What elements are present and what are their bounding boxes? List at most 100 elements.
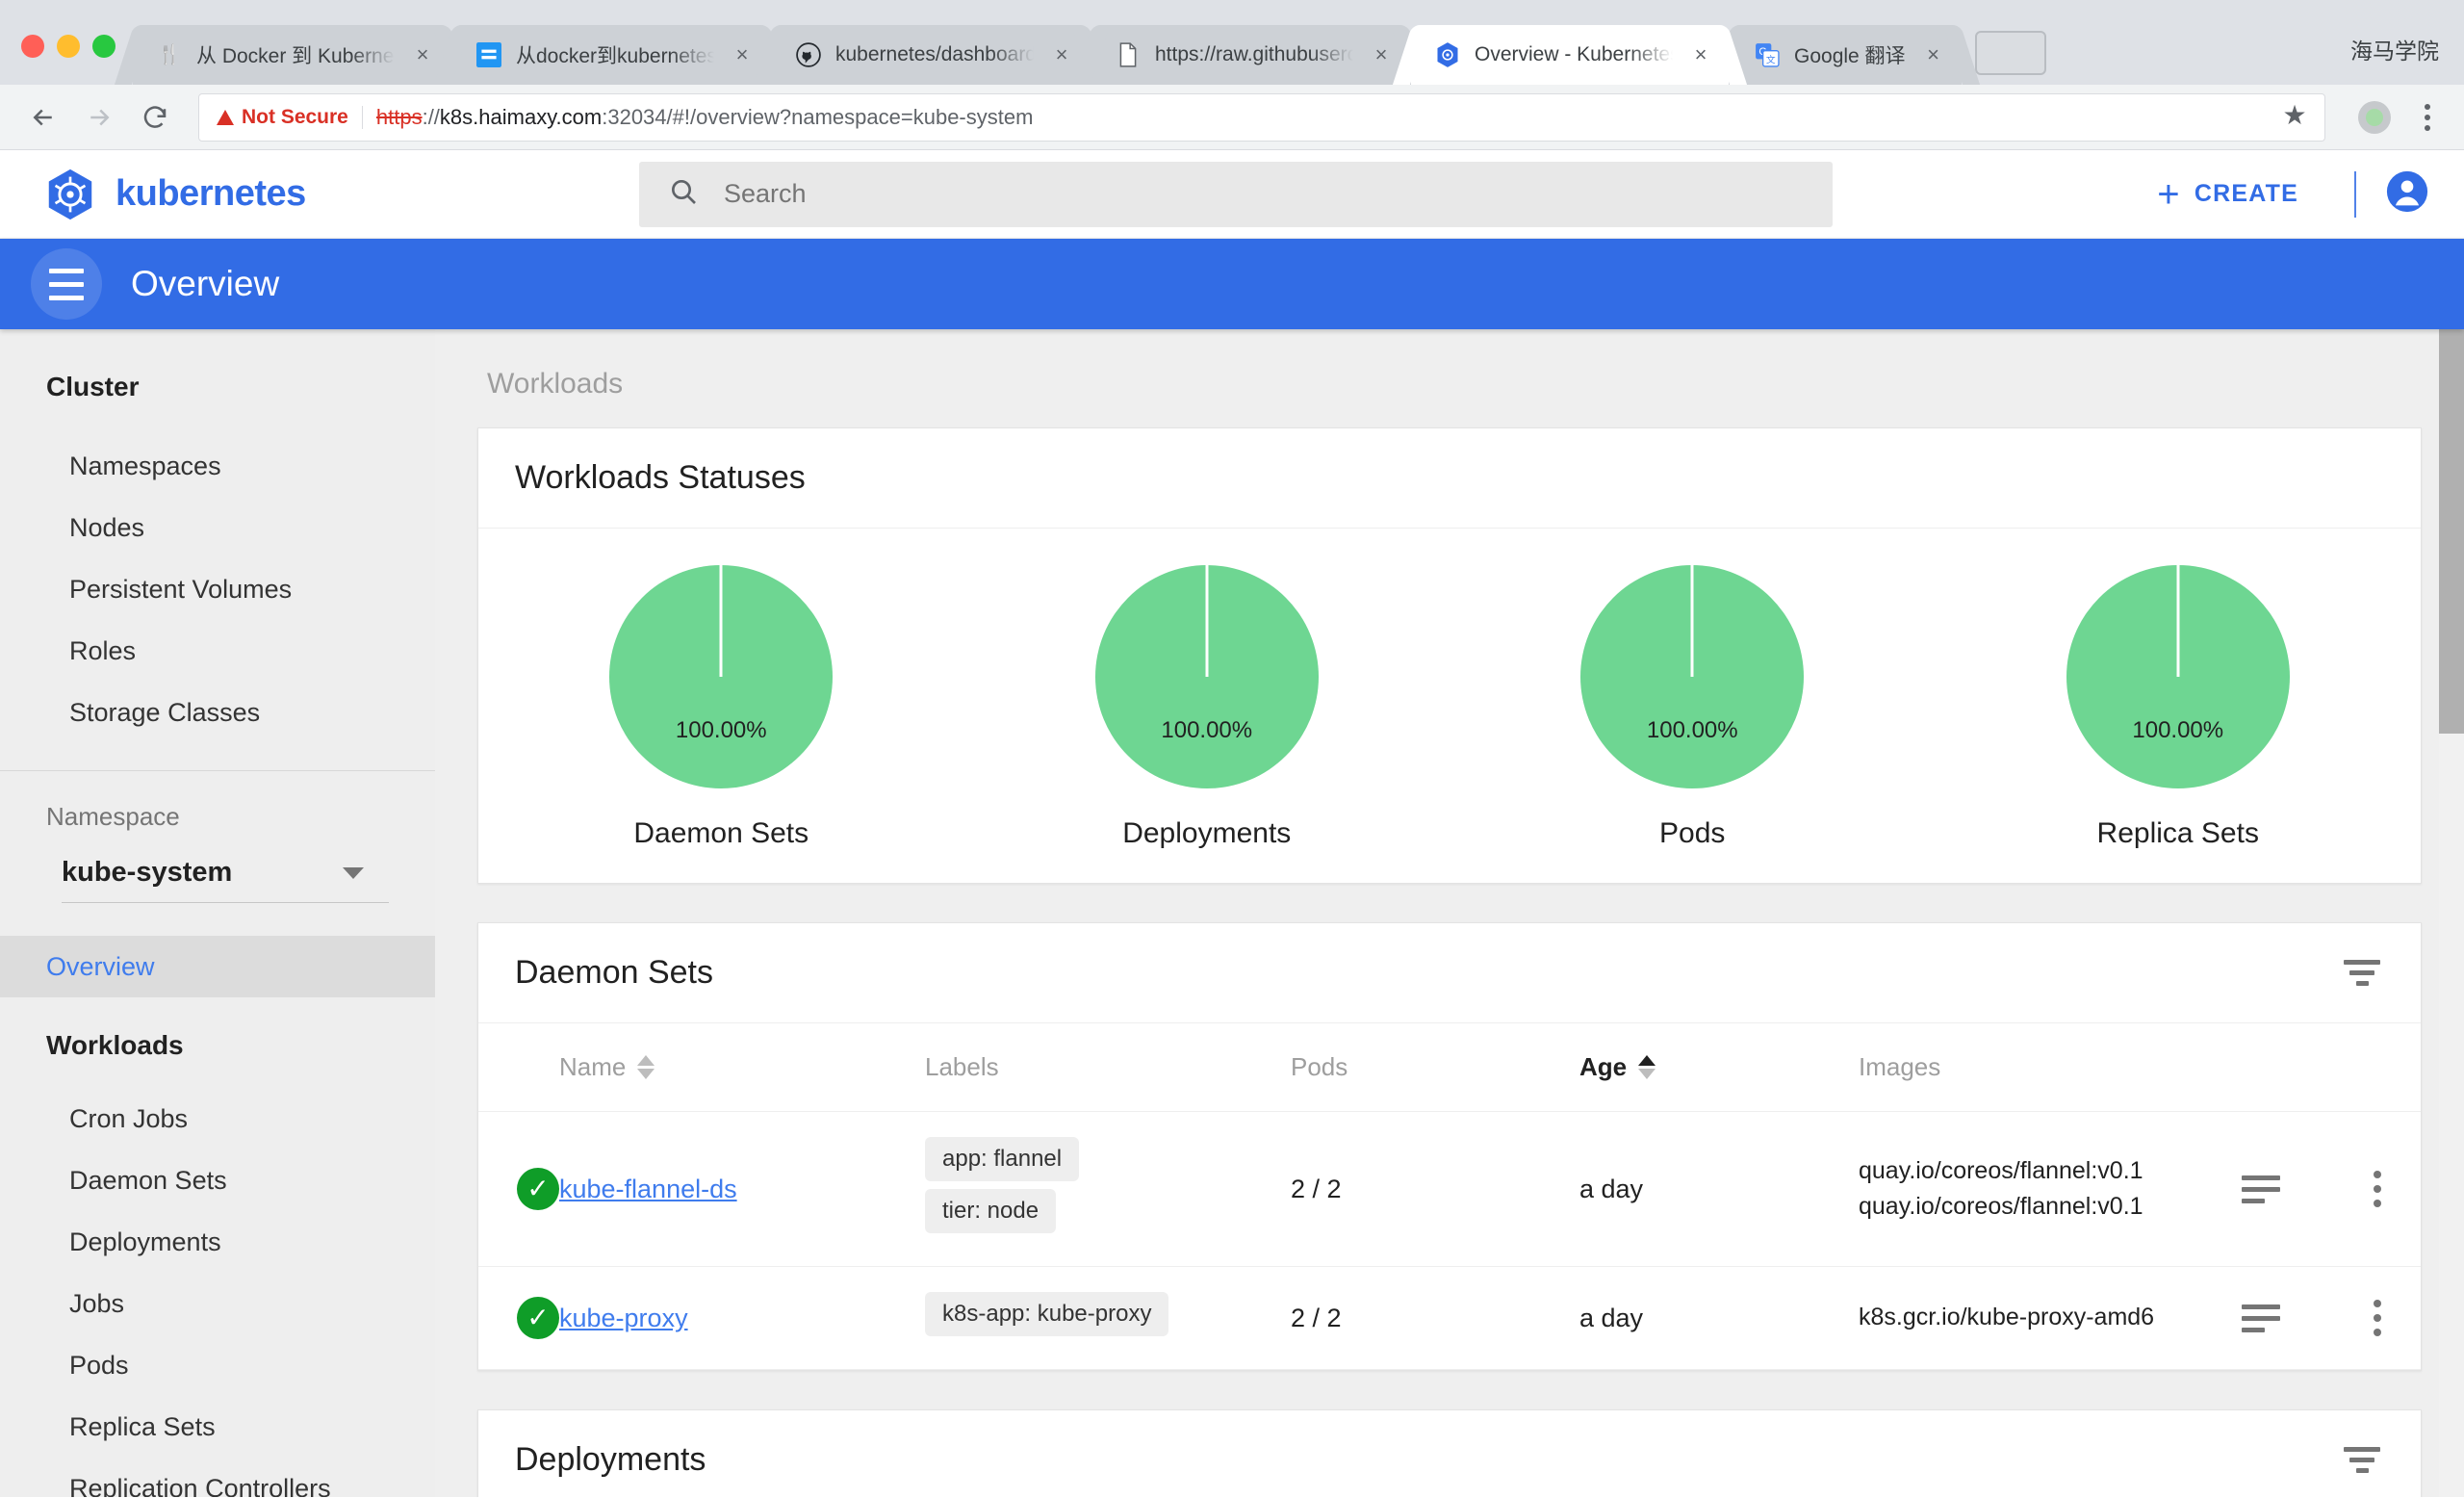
not-secure-indicator[interactable]: Not Secure (217, 106, 363, 129)
sidebar-item-roles[interactable]: Roles (0, 620, 435, 682)
page-scrollbar[interactable] (2439, 329, 2464, 1497)
sidebar-item-cron-jobs[interactable]: Cron Jobs (0, 1088, 435, 1149)
browser-profile-avatar[interactable] (2358, 101, 2391, 134)
sidebar-item-nodes[interactable]: Nodes (0, 497, 435, 558)
th-pods[interactable]: Pods (1291, 1023, 1579, 1112)
sidebar-item-jobs[interactable]: Jobs (0, 1273, 435, 1334)
sidebar-item-daemon-sets[interactable]: Daemon Sets (0, 1149, 435, 1211)
pie-chart-daemon-sets: 100.00% Daemon Sets (478, 565, 964, 850)
filter-icon[interactable] (2344, 1447, 2380, 1473)
cell-logs (2242, 1267, 2334, 1370)
namespace-select[interactable]: kube-system (62, 857, 389, 903)
browser-tab[interactable]: 从docker到kubernetes × (452, 25, 770, 85)
minimize-window-button[interactable] (57, 35, 80, 58)
browser-tab-active[interactable]: Overview - Kubernetes × (1411, 25, 1729, 85)
th-age[interactable]: Age (1579, 1023, 1859, 1112)
sidebar-item-namespaces[interactable]: Namespaces (0, 435, 435, 497)
resource-link[interactable]: kube-proxy (559, 1304, 688, 1332)
sidebar-item-label: Deployments (69, 1227, 221, 1257)
cell-labels: k8s-app: kube-proxy (925, 1267, 1291, 1370)
resource-link[interactable]: kube-flannel-ds (559, 1175, 737, 1203)
close-tab-button[interactable]: × (728, 40, 757, 69)
sidebar-item-label: Namespaces (69, 452, 221, 481)
bookmark-star-icon[interactable]: ★ (2278, 101, 2311, 134)
filter-bar (2344, 1447, 2380, 1452)
th-logs (2242, 1023, 2334, 1112)
logs-icon[interactable] (2242, 1175, 2334, 1203)
kebab-dot (2425, 115, 2430, 120)
sidebar: Cluster Namespaces Nodes Persistent Volu… (0, 329, 435, 1497)
th-label: Age (1579, 1052, 1627, 1082)
browser-tab[interactable]: G文 Google 翻译 × (1731, 25, 1962, 85)
address-bar[interactable]: Not Secure https://k8s.haimaxy.com:32034… (198, 93, 2325, 142)
card-title: Workloads Statuses (515, 459, 806, 497)
filter-bar (2356, 1468, 2369, 1473)
image-name: k8s.gcr.io/kube-proxy-amd6 (1859, 1300, 2242, 1336)
th-images[interactable]: Images (1859, 1023, 2242, 1112)
image-name: quay.io/coreos/flannel:v0.1 (1859, 1153, 2242, 1190)
kubernetes-logo-icon (42, 167, 98, 222)
sort-arrows-icon (637, 1055, 654, 1079)
account-avatar-icon[interactable] (2385, 169, 2429, 219)
header-actions: + CREATE (2130, 169, 2429, 219)
search-input[interactable]: Search (639, 162, 1833, 227)
close-tab-button[interactable]: × (1686, 40, 1715, 69)
sidebar-item-replication-controllers[interactable]: Replication Controllers (0, 1458, 435, 1497)
close-tab-button[interactable]: × (1919, 40, 1948, 69)
close-window-button[interactable] (21, 35, 44, 58)
app-header: kubernetes Search + CREATE (0, 150, 2464, 239)
pie-graphic[interactable]: 100.00% (2066, 565, 2290, 788)
row-menu-icon[interactable] (2334, 1300, 2421, 1336)
sidebar-item-replica-sets[interactable]: Replica Sets (0, 1396, 435, 1458)
browser-tab[interactable]: https://raw.githubuserc × (1091, 25, 1409, 85)
label-chip[interactable]: k8s-app: kube-proxy (925, 1292, 1168, 1336)
label-chip[interactable]: tier: node (925, 1189, 1056, 1233)
browser-tab[interactable]: kubernetes/dashboard × (772, 25, 1090, 85)
window-controls (0, 35, 133, 85)
sidebar-item-pods[interactable]: Pods (0, 1334, 435, 1396)
sidebar-item-overview[interactable]: Overview (0, 936, 435, 997)
pie-graphic[interactable]: 100.00% (1580, 565, 1804, 788)
svg-text:文: 文 (1766, 54, 1776, 66)
create-button[interactable]: + CREATE (2130, 175, 2325, 214)
not-secure-label: Not Secure (242, 106, 348, 129)
sort-arrows-icon (1638, 1055, 1656, 1079)
card-title: Deployments (515, 1441, 706, 1479)
browser-tab[interactable]: 🍴 从 Docker 到 Kubernet × (133, 25, 450, 85)
deployments-card: Deployments (477, 1409, 2422, 1497)
th-labels[interactable]: Labels (925, 1023, 1291, 1112)
table-row[interactable]: ✓ kube-proxy k8s-app: kube-proxy 2 / 2 a… (478, 1267, 2421, 1370)
pie-graphic[interactable]: 100.00% (609, 565, 833, 788)
th-status (478, 1023, 559, 1112)
browser-toolbar: Not Secure https://k8s.haimaxy.com:32034… (0, 85, 2464, 150)
maximize-window-button[interactable] (92, 35, 116, 58)
logs-icon[interactable] (2242, 1304, 2334, 1332)
new-tab-button[interactable] (1975, 31, 2046, 75)
back-button[interactable] (17, 91, 69, 143)
sidebar-section-workloads: Workloads (0, 1030, 435, 1061)
url-host: k8s.haimaxy.com (440, 105, 602, 129)
kubernetes-icon (1434, 41, 1461, 68)
pie-caption: Deployments (1122, 817, 1291, 850)
pie-graphic[interactable]: 100.00% (1095, 565, 1319, 788)
filter-icon[interactable] (2344, 960, 2380, 986)
label-chip[interactable]: app: flannel (925, 1137, 1079, 1181)
row-menu-icon[interactable] (2334, 1171, 2421, 1207)
brand-logo[interactable]: kubernetes (42, 167, 639, 222)
close-tab-button[interactable]: × (1047, 40, 1076, 69)
table-row[interactable]: ✓ kube-flannel-ds app: flannel tier: nod… (478, 1112, 2421, 1267)
sidebar-item-persistent-volumes[interactable]: Persistent Volumes (0, 558, 435, 620)
browser-menu-icon[interactable] (2408, 95, 2447, 140)
close-tab-button[interactable]: × (408, 40, 437, 69)
hamburger-icon[interactable] (31, 248, 102, 320)
th-name[interactable]: Name (559, 1023, 925, 1112)
pie-caption: Pods (1659, 817, 1725, 850)
close-tab-button[interactable]: × (1367, 40, 1396, 69)
sidebar-item-deployments[interactable]: Deployments (0, 1211, 435, 1273)
sidebar-item-storage-classes[interactable]: Storage Classes (0, 682, 435, 743)
reload-button[interactable] (129, 91, 181, 143)
pie-chart-pods: 100.00% Pods (1450, 565, 1936, 850)
scrollbar-thumb[interactable] (2439, 329, 2464, 734)
cell-status: ✓ (478, 1267, 559, 1370)
forward-button[interactable] (73, 91, 125, 143)
